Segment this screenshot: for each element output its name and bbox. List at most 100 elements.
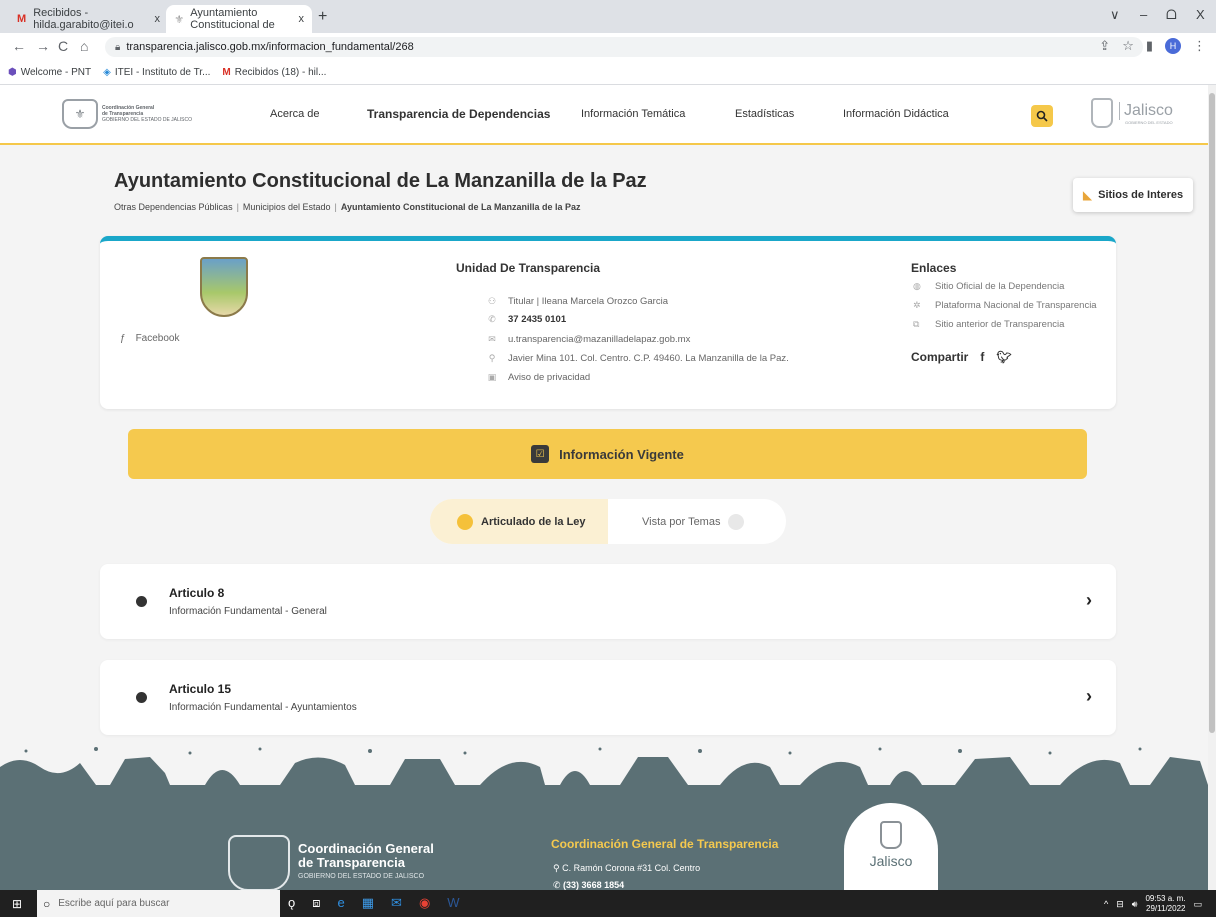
search-button[interactable] [1031, 105, 1053, 127]
word-icon[interactable]: W [447, 895, 459, 911]
footer-jalisco-badge[interactable]: Jalisco [844, 803, 938, 890]
article-row[interactable]: Articulo 15 Información Fundamental - Ay… [100, 660, 1116, 735]
tab-ayuntamiento[interactable]: ⚜ Ayuntamiento Constitucional de x [166, 5, 312, 33]
bookmark-star-icon[interactable]: ☆ [1122, 38, 1134, 54]
close-icon[interactable]: x [299, 13, 305, 25]
minimize-button[interactable]: – [1140, 7, 1147, 22]
tab-title: Ayuntamiento Constitucional de [190, 7, 275, 31]
volume-icon[interactable]: 🔊︎ [1132, 899, 1138, 910]
pnt-icon: ⬢ [8, 67, 17, 78]
nav-informacion-didactica[interactable]: Información Didáctica [843, 108, 949, 120]
breadcrumb-item[interactable]: Municipios del Estado [243, 202, 331, 212]
new-tab-button[interactable]: + [318, 8, 327, 26]
forward-icon[interactable]: → [36, 38, 50, 54]
tab-gmail[interactable]: M Recibidos - hilda.garabito@itei.o x [8, 5, 168, 33]
cgt-emblem-icon: ⚜ [62, 99, 98, 129]
jalisco-text: Jalisco [1119, 101, 1173, 120]
scrollbar-thumb[interactable] [1209, 93, 1215, 733]
nav-estadisticas[interactable]: Estadísticas [735, 108, 794, 120]
nav-acerca-de[interactable]: Acerca de [270, 108, 320, 120]
email-line[interactable]: ✉ u.transparencia@mazanilladelapaz.gob.mx [486, 334, 690, 345]
informacion-vigente-banner[interactable]: ☑ Información Vigente [128, 429, 1087, 479]
task-view-icon[interactable]: ⧈ [312, 895, 320, 911]
edge-icon[interactable]: e [338, 895, 345, 911]
sidepanel-icon[interactable]: ▮ [1146, 38, 1153, 54]
bullet [136, 692, 147, 703]
footer-phone: ✆ (33) 3668 1854 [553, 880, 624, 890]
microphone-icon[interactable]: ǫ [288, 895, 295, 911]
lock-icon: 🔒︎ [115, 42, 121, 53]
address-bar[interactable]: 🔒︎ transparencia.jalisco.gob.mx/informaci… [105, 37, 1143, 57]
facebook-link[interactable]: ƒ Facebook [120, 333, 179, 344]
privacy-line[interactable]: ▣ Aviso de privacidad [486, 372, 590, 383]
breadcrumb-separator: | [334, 202, 337, 212]
clock-time: 09:53 a. m. [1145, 894, 1186, 903]
titular-text: Titular | Ileana Marcela Orozco Garcia [508, 296, 668, 307]
jalisco-emblem-icon [880, 821, 902, 849]
taskbar-search[interactable]: ○ Escribe aquí para buscar [37, 890, 280, 917]
address-line: ⚲ Javier Mina 101. Col. Centro. C.P. 4946… [486, 353, 789, 364]
jalisco-logo[interactable]: Jalisco GOBIERNO DEL ESTADO [1091, 98, 1173, 128]
facebook-share-icon[interactable]: f [980, 350, 984, 364]
menu-dots-icon[interactable]: ⋮ [1193, 38, 1206, 54]
breadcrumb-item[interactable]: Otras Dependencias Públicas [114, 202, 233, 212]
back-icon[interactable]: ← [12, 38, 26, 54]
taskbar-search-placeholder: Escribe aquí para buscar [58, 898, 170, 909]
nav-informacion-tematica[interactable]: Información Temática [581, 108, 685, 120]
chevron-right-icon[interactable]: › [1086, 686, 1092, 707]
notifications-icon[interactable]: ▭ [1193, 899, 1202, 910]
user-icon: ⚇ [487, 296, 497, 306]
footer-cgt-logo[interactable]: Coordinación General de Transparencia GO… [228, 835, 434, 890]
enlace-sitio-anterior[interactable]: ⧉ Sitio anterior de Transparencia [913, 319, 1064, 330]
home-icon[interactable]: ⌂ [80, 38, 88, 54]
tray-chevron-icon[interactable]: ^ [1104, 899, 1108, 909]
tab-search-icon[interactable]: ∨ [1110, 7, 1120, 23]
location-pin-icon: ⚲ [488, 353, 496, 363]
chevron-right-icon[interactable]: › [1086, 590, 1092, 611]
bookmark-itei[interactable]: ◈ ITEI - Instituto de Tr... [103, 67, 210, 78]
bookmark-label: Welcome - PNT [20, 67, 92, 78]
breadcrumb: Otras Dependencias Públicas | Municipios d… [114, 202, 581, 212]
sitios-de-interes-button[interactable]: ◣ Sitios de Interes [1073, 178, 1193, 212]
enlace-sitio-oficial[interactable]: ◍ Sitio Oficial de la Dependencia [913, 281, 1064, 292]
close-icon[interactable]: x [155, 13, 161, 25]
browser-toolbar: ← → C ⌂ 🔒︎ transparencia.jalisco.gob.mx/i… [0, 33, 1216, 61]
twitter-share-icon[interactable]: 🐦︎ [996, 350, 1011, 364]
browser-tabstrip: M Recibidos - hilda.garabito@itei.o x ⚜ … [0, 0, 1216, 33]
close-window-button[interactable]: X [1196, 7, 1205, 22]
page-scrollbar[interactable] [1208, 85, 1216, 890]
article-subtitle: Información Fundamental - General [169, 606, 327, 617]
reload-icon[interactable]: C [58, 38, 68, 54]
bookmarks-bar: ⬢ Welcome - PNT ◈ ITEI - Instituto de Tr… [0, 61, 1216, 85]
system-tray: ^ ⊟ 🔊︎ 09:53 a. m. 29/11/2022 ▭ [1104, 894, 1202, 914]
chrome-icon[interactable]: ◉ [419, 895, 430, 911]
toggle-dot-inactive [728, 513, 745, 530]
toggle-vista-temas[interactable]: Vista por Temas [608, 499, 786, 544]
logo-line: GOBIERNO DEL ESTADO DE JALISCO [102, 117, 193, 123]
bookmark-gmail[interactable]: M Recibidos (18) - hil... [222, 67, 326, 78]
site-header: ⚜ Coordinación General de Transparencia … [0, 85, 1208, 145]
toggle-dot-active [457, 513, 473, 530]
file-explorer-icon[interactable]: ▦ [362, 895, 374, 911]
enlace-pnt[interactable]: ✲ Plataforma Nacional de Transparencia [913, 300, 1097, 311]
footer-jalisco-text: Jalisco [869, 853, 913, 869]
nav-transparencia-dependencias[interactable]: Transparencia de Dependencias [367, 107, 550, 121]
article-subtitle: Información Fundamental - Ayuntamientos [169, 702, 357, 713]
mail-app-icon[interactable]: ✉ [391, 895, 402, 911]
view-toggle: Articulado de la Ley Vista por Temas [430, 499, 786, 544]
site-footer: Coordinación General de Transparencia GO… [0, 785, 1208, 890]
share-icon[interactable]: ⇪ [1099, 38, 1110, 54]
toggle-label: Vista por Temas [642, 515, 721, 528]
windows-start-icon[interactable]: ⊞ [12, 897, 22, 911]
bookmark-pnt[interactable]: ⬢ Welcome - PNT [8, 67, 91, 78]
cgt-logo[interactable]: ⚜ Coordinación General de Transparencia … [62, 99, 192, 129]
profile-avatar[interactable]: H [1165, 38, 1181, 54]
article-row[interactable]: Articulo 8 Información Fundamental - Gen… [100, 564, 1116, 639]
toggle-articulado[interactable]: Articulado de la Ley [430, 499, 608, 544]
breadcrumb-current: Ayuntamiento Constitucional de La Manzan… [340, 202, 581, 212]
network-icon[interactable]: ⊟ [1116, 899, 1124, 910]
clock[interactable]: 09:53 a. m. 29/11/2022 [1145, 894, 1185, 914]
restore-button[interactable]: ᗝ [1166, 7, 1177, 23]
footer-org-name: Coordinación General de Transparencia [551, 837, 779, 851]
site-favicon-icon: ⚜ [174, 13, 185, 26]
